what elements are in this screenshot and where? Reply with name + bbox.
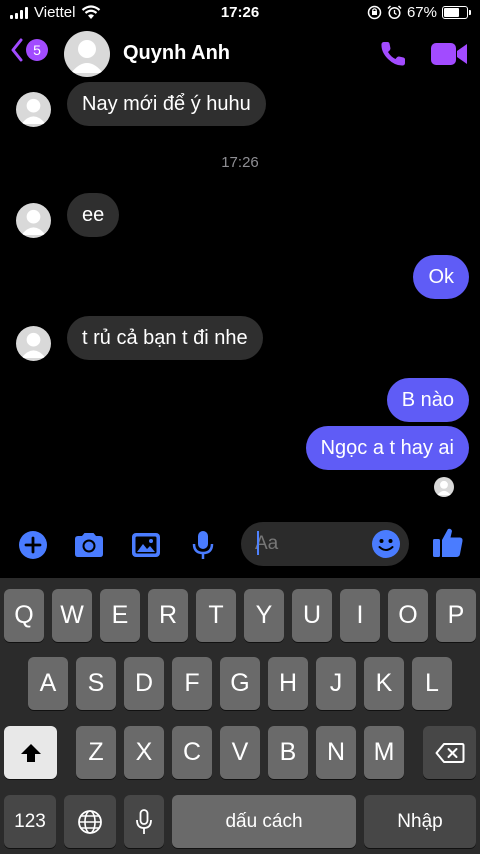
message-incoming[interactable]: t rủ cả bạn t đi nhe bbox=[67, 316, 263, 360]
message-input[interactable] bbox=[255, 530, 365, 558]
key-y[interactable]: Y bbox=[244, 589, 284, 642]
default-avatar-icon bbox=[21, 98, 46, 124]
key-f[interactable]: F bbox=[172, 657, 212, 710]
microphone-icon bbox=[136, 808, 152, 834]
key-b[interactable]: B bbox=[268, 726, 308, 779]
back-button[interactable]: 5 bbox=[10, 38, 48, 62]
return-key[interactable]: Nhập bbox=[364, 795, 476, 848]
emoji-icon[interactable] bbox=[371, 529, 401, 559]
unread-badge: 5 bbox=[26, 39, 48, 61]
key-u[interactable]: U bbox=[292, 589, 332, 642]
message-outgoing[interactable]: B nào bbox=[386, 378, 469, 422]
key-q[interactable]: Q bbox=[4, 589, 44, 642]
phone-icon[interactable] bbox=[377, 38, 409, 70]
message-incoming[interactable]: ee bbox=[67, 193, 120, 237]
message-outgoing[interactable]: Ok bbox=[413, 255, 469, 299]
key-n[interactable]: N bbox=[316, 726, 356, 779]
key-p[interactable]: P bbox=[436, 589, 476, 642]
key-a[interactable]: A bbox=[28, 657, 68, 710]
composer-bar bbox=[0, 520, 480, 570]
shift-arrow-icon bbox=[20, 743, 41, 762]
key-x[interactable]: X bbox=[124, 726, 164, 779]
key-d[interactable]: D bbox=[124, 657, 164, 710]
key-r[interactable]: R bbox=[148, 589, 188, 642]
globe-icon bbox=[78, 809, 102, 834]
default-avatar-icon bbox=[21, 332, 46, 358]
chevron-left-icon bbox=[11, 38, 23, 62]
backspace-icon bbox=[435, 742, 464, 763]
status-bar: Viettel 17:26 67% bbox=[0, 0, 480, 26]
seen-indicator-avatar bbox=[434, 477, 454, 497]
key-k[interactable]: K bbox=[364, 657, 404, 710]
alarm-icon bbox=[387, 5, 402, 20]
message-timestamp: 17:26 bbox=[221, 154, 259, 171]
shift-key[interactable] bbox=[4, 726, 57, 779]
default-avatar-icon bbox=[21, 209, 46, 235]
default-avatar-icon bbox=[437, 480, 451, 496]
key-t[interactable]: T bbox=[196, 589, 236, 642]
key-g[interactable]: G bbox=[220, 657, 260, 710]
contact-avatar[interactable] bbox=[64, 31, 110, 77]
key-o[interactable]: O bbox=[388, 589, 428, 642]
video-call-icon[interactable] bbox=[430, 40, 468, 68]
message-input-container[interactable] bbox=[241, 522, 409, 566]
key-l[interactable]: L bbox=[412, 657, 452, 710]
default-avatar-icon bbox=[71, 40, 103, 73]
contact-name[interactable]: Quynh Anh bbox=[123, 42, 230, 65]
text-cursor bbox=[257, 531, 259, 555]
numbers-key[interactable]: 123 bbox=[4, 795, 56, 848]
key-s[interactable]: S bbox=[76, 657, 116, 710]
space-key[interactable]: dấu cách bbox=[172, 795, 356, 848]
message-incoming[interactable]: Nay mới để ý huhu bbox=[67, 82, 266, 126]
camera-icon[interactable] bbox=[72, 529, 106, 561]
key-m[interactable]: M bbox=[364, 726, 404, 779]
key-w[interactable]: W bbox=[52, 589, 92, 642]
orientation-lock-icon bbox=[367, 5, 382, 20]
battery-fill bbox=[444, 8, 459, 17]
message-outgoing[interactable]: Ngọc a t hay ai bbox=[305, 426, 469, 470]
dictation-key[interactable] bbox=[124, 795, 164, 848]
key-e[interactable]: E bbox=[100, 589, 140, 642]
keyboard: Q W E R T Y U I O P A S D F G H J K L Z … bbox=[0, 578, 480, 854]
thumbs-up-icon[interactable] bbox=[431, 525, 465, 559]
key-v[interactable]: V bbox=[220, 726, 260, 779]
key-i[interactable]: I bbox=[340, 589, 380, 642]
chat-header: 5 Quynh Anh bbox=[0, 26, 480, 82]
microphone-icon[interactable] bbox=[186, 529, 220, 561]
key-z[interactable]: Z bbox=[76, 726, 116, 779]
backspace-key[interactable] bbox=[423, 726, 476, 779]
battery-percent: 67% bbox=[406, 4, 437, 21]
plus-icon[interactable] bbox=[16, 529, 50, 561]
sender-avatar[interactable] bbox=[16, 326, 51, 361]
globe-key[interactable] bbox=[64, 795, 116, 848]
image-gallery-icon[interactable] bbox=[129, 529, 163, 561]
key-h[interactable]: H bbox=[268, 657, 308, 710]
status-right: 67% bbox=[367, 4, 471, 21]
sender-avatar[interactable] bbox=[16, 203, 51, 238]
battery-icon bbox=[442, 6, 471, 19]
key-j[interactable]: J bbox=[316, 657, 356, 710]
sender-avatar[interactable] bbox=[16, 92, 51, 127]
key-c[interactable]: C bbox=[172, 726, 212, 779]
